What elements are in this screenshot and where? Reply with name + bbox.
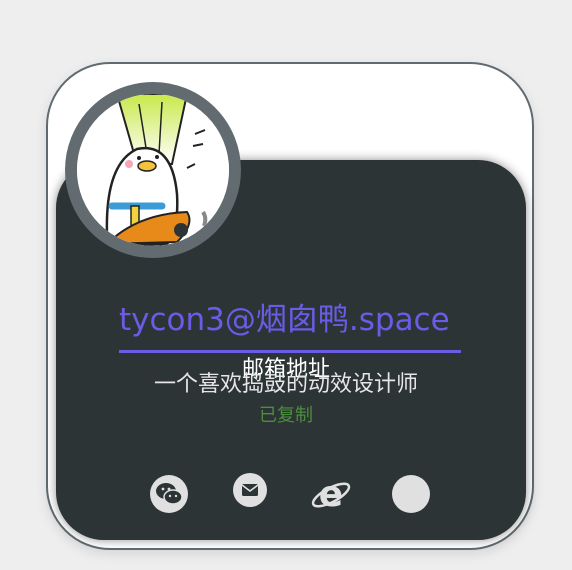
mail-icon xyxy=(233,473,267,507)
email-underline xyxy=(119,350,461,353)
tagline: 一个喜欢捣鼓的动效设计师 xyxy=(153,372,418,397)
copied-status: 已复制 xyxy=(259,405,313,426)
email-address-link[interactable]: tycon3@烟囱鸭.space xyxy=(119,300,450,340)
wechat-icon xyxy=(150,475,188,513)
wechat-button[interactable] xyxy=(146,474,192,514)
avatar-status-dot xyxy=(174,223,188,237)
svg-text:e: e xyxy=(319,474,343,515)
blank-circle-icon xyxy=(392,475,430,513)
extra-social-button[interactable] xyxy=(388,474,434,514)
browser-button[interactable]: e xyxy=(308,474,354,515)
ie-browser-icon: e xyxy=(311,474,351,515)
avatar xyxy=(65,82,241,258)
mail-button[interactable] xyxy=(227,470,273,510)
cartoon-duck-avatar-icon xyxy=(77,94,229,246)
